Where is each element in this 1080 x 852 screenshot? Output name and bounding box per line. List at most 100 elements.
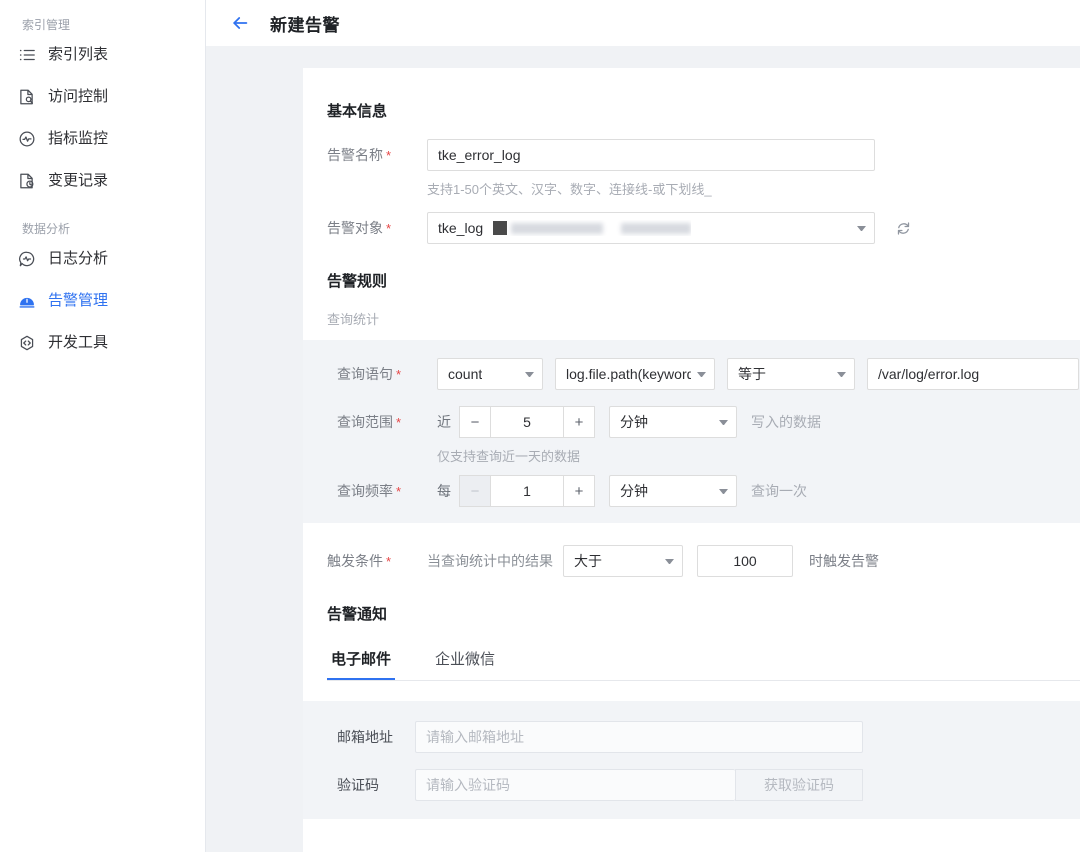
target-value-input[interactable] [867,358,1079,390]
field-row-query-frequency: 查询频率 * 每 − 1 + 分钟 查询一次 [327,475,1080,507]
required-star: * [386,221,392,236]
get-verify-code-button[interactable]: 获取验证码 [735,769,863,801]
range-suffix-text: 写入的数据 [751,414,821,430]
sidebar-group-title-index: 索引管理 [22,18,71,32]
page-title: 新建告警 [270,15,340,35]
row-gap [327,753,1080,769]
section-title-notify: 告警通知 [327,606,388,623]
aggregation-select[interactable]: count [437,358,543,390]
sidebar-item-label: 变更记录 [48,172,109,189]
sidebar-item-metric-monitor[interactable]: 指标监控 [0,122,205,156]
label-text: 触发条件 [327,553,383,569]
chevron-down-icon [719,488,728,494]
operator-value: 等于 [738,366,766,382]
trigger-threshold-input[interactable] [697,545,793,577]
frequency-suffix-text: 查询一次 [751,483,807,499]
sidebar-item-label: 告警管理 [48,292,109,309]
verify-code-group: 获取验证码 [415,769,863,801]
field-value: log.file.path(keyword [566,366,691,382]
label-alarm-object: 告警对象 * [327,218,427,238]
verify-code-input[interactable] [415,769,735,801]
section-title-rules: 告警规则 [327,273,388,290]
alarm-name-helper-text: 支持1-50个英文、汉字、数字、连接线-或下划线_ [427,182,712,197]
frequency-unit-value: 分钟 [620,483,648,499]
label-query-range: 查询范围 * [337,412,437,432]
required-star: * [396,367,402,382]
label-trigger-condition: 触发条件 * [327,551,427,571]
tab-email[interactable]: 电子邮件 [327,642,396,680]
range-value[interactable]: 5 [491,406,563,438]
trigger-prefix-text: 当查询统计中的结果 [427,553,553,569]
top-bar: 新建告警 [206,0,1080,46]
chevron-down-icon [857,225,866,231]
app-root: 索引管理 索引列表 访问控制 指标监控 变更记录 数据分析 日志分析 告警管理 … [0,0,1080,852]
label-text: 告警对象 [327,220,383,236]
refresh-icon[interactable] [893,218,913,238]
sidebar-item-label: 指标监控 [48,130,109,147]
chevron-down-icon [697,371,706,377]
query-stats-panel: 查询语句 * count log.file.path(keyword 等于 /v… [303,340,1080,523]
alarm-object-value: tke_log [438,220,484,236]
trigger-operator-select[interactable]: 大于 [563,545,683,577]
range-decrement-button[interactable]: − [459,406,491,438]
range-increment-button[interactable]: + [563,406,595,438]
label-query-frequency: 查询频率 * [337,481,437,501]
required-star: * [396,484,402,499]
label-verify-code: 验证码 [337,777,379,793]
chevron-down-icon [665,558,674,564]
alarm-object-select[interactable]: tke_log [427,212,875,244]
sidebar-item-label: 开发工具 [48,334,109,351]
tab-wecom[interactable]: 企业微信 [431,642,499,680]
query-frequency-stepper: − 1 + [459,475,595,507]
required-star: * [386,148,392,163]
arrow-left-icon[interactable] [228,11,252,35]
label-text: 查询范围 [337,414,393,430]
redaction-blur-1 [511,222,604,234]
field-select[interactable]: log.file.path(keyword [555,358,715,390]
sidebar-item-index-list[interactable]: 索引列表 [0,38,205,72]
row-gap [327,390,1080,406]
sidebar-item-alarm-management[interactable]: 告警管理 [0,284,205,318]
sidebar-item-label: 日志分析 [48,250,109,267]
range-unit-select[interactable]: 分钟 [609,406,737,438]
query-range-tip: 仅支持查询近一天的数据 [437,449,581,464]
chat-pulse-icon [16,248,38,270]
frequency-decrement-button[interactable]: − [459,475,491,507]
sidebar-group-title-analysis: 数据分析 [22,222,71,236]
label-text: 查询语句 [337,366,393,382]
sidebar-group-spacer [0,206,205,216]
sidebar-item-access-control[interactable]: 访问控制 [0,80,205,114]
label-email: 邮箱地址 [337,729,393,745]
redaction-block [493,221,508,235]
sidebar: 索引管理 索引列表 访问控制 指标监控 变更记录 数据分析 日志分析 告警管理 … [0,0,206,852]
alarm-name-input[interactable] [427,139,875,171]
range-prefix-text: 近 [437,414,451,430]
operator-select[interactable]: 等于 [727,358,855,390]
row-gap [327,465,1080,475]
range-unit-value: 分钟 [620,414,648,430]
chevron-down-icon [837,371,846,377]
query-range-stepper: − 5 + [459,406,595,438]
frequency-unit-select[interactable]: 分钟 [609,475,737,507]
notify-panel: 邮箱地址 验证码 获取验证码 [303,701,1080,819]
sidebar-item-label: 索引列表 [48,46,109,63]
form-body: 基本信息 告警名称* 支持1-50个英文、汉字、数字、连接线-或下划线_ 告警对… [303,100,1080,328]
email-input[interactable] [415,721,863,753]
chevron-down-icon [719,419,728,425]
sidebar-item-log-analysis[interactable]: 日志分析 [0,242,205,276]
label-text: 查询频率 [337,483,393,499]
sidebar-item-dev-tools[interactable]: 开发工具 [0,326,205,360]
document-history-icon [16,170,38,192]
frequency-value[interactable]: 1 [491,475,563,507]
main-area: 新建告警 基本信息 告警名称* 支持1-50个英文、汉字、数字、连接线-或下划线… [206,0,1080,852]
alarm-object-value-wrap: tke_log [438,220,692,236]
aggregation-value: count [448,366,483,382]
label-query-statement: 查询语句 * [337,364,437,384]
form-body-lower: 触发条件* 当查询统计中的结果 大于 时触发告警 告警通知 电子邮件 [303,545,1080,681]
code-hexagon-icon [16,332,38,354]
frequency-increment-button[interactable]: + [563,475,595,507]
list-icon [16,44,38,66]
pulse-circle-icon [16,128,38,150]
sidebar-item-change-log[interactable]: 变更记录 [0,164,205,198]
required-star: * [386,554,392,569]
